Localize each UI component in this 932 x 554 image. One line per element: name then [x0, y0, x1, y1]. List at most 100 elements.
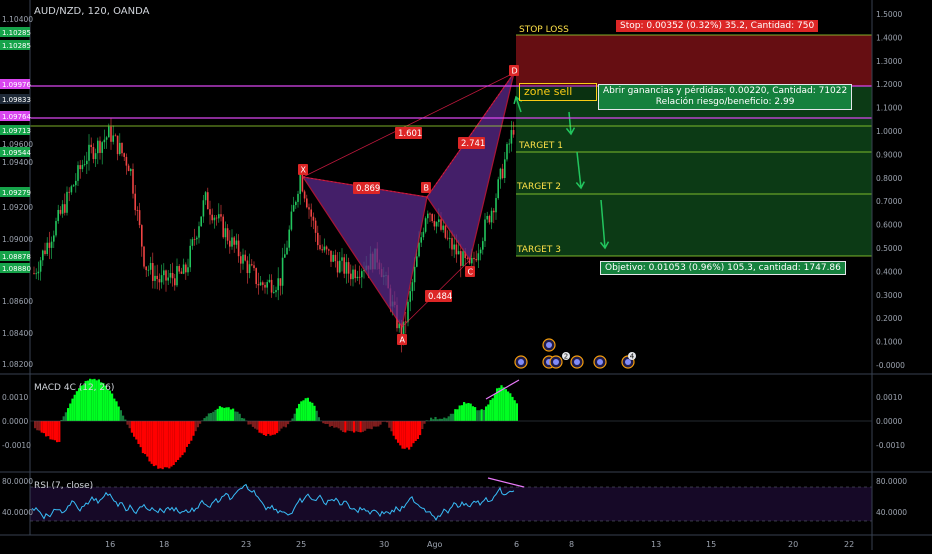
macd-bar [115, 401, 117, 421]
macd-bar [254, 421, 256, 429]
macd-bar [278, 421, 280, 431]
rsi-tick-right: 40.0000 [876, 508, 907, 517]
macd-bar [415, 421, 417, 441]
candle-body [440, 219, 442, 229]
macd-bar [221, 407, 223, 421]
macd-bar [302, 400, 304, 421]
candle-body [115, 135, 117, 136]
candle-body [145, 267, 147, 271]
target-1-label: TARGET 1 [519, 141, 563, 151]
candle-body [447, 238, 449, 239]
macd-bar [118, 407, 120, 421]
candle-body [134, 194, 136, 210]
left-price-tick: 1.10400 [2, 15, 33, 24]
candle-body [282, 258, 284, 286]
target-info-label[interactable]: Objetivo: 0.01053 (0.96%) 105.3, cantida… [600, 261, 846, 275]
candle-body [198, 226, 200, 237]
candle-body [269, 280, 271, 282]
candle-body [159, 279, 161, 282]
macd-bar [151, 421, 153, 464]
macd-bar [360, 421, 362, 432]
macd-bar [285, 421, 287, 427]
profit-zone[interactable] [516, 86, 872, 256]
rsi-indicator-label[interactable]: RSI (7, close) [34, 481, 93, 491]
candle-body [117, 136, 119, 154]
macd-bar [223, 408, 225, 421]
price-candles [33, 119, 514, 353]
candle-body [53, 235, 55, 241]
macd-bar [256, 421, 258, 430]
candle-body [214, 218, 216, 221]
pnl-info-box[interactable]: Abrir ganancias y pérdidas: 0.00220, Can… [598, 84, 852, 110]
candle-body [308, 207, 310, 209]
candle-body [442, 226, 444, 230]
event-icon-dot [546, 342, 552, 348]
candle-body [148, 270, 150, 271]
macd-bar [195, 421, 197, 431]
candle-body [207, 192, 209, 209]
candle-body [216, 218, 218, 219]
macd-bar [366, 421, 368, 429]
macd-bar [212, 412, 214, 421]
candle-body [163, 270, 165, 275]
macd-bar [272, 421, 274, 435]
pattern-triangle-bcd[interactable] [427, 73, 514, 260]
stop-info-label[interactable]: Stop: 0.00352 (0.32%) 35.2, Cantidad: 75… [616, 20, 818, 32]
macd-bar [388, 421, 390, 428]
macd-bar [41, 421, 43, 433]
time-tick: 23 [241, 540, 251, 549]
macd-bar [157, 421, 159, 469]
macd-bar [417, 421, 419, 439]
macd-bar [107, 390, 109, 421]
zone-sell-label[interactable]: zone sell [519, 83, 597, 101]
price-badge-text: 1.08878 [2, 253, 31, 261]
macd-bar [265, 421, 267, 436]
candle-body [504, 159, 506, 178]
macd-bar [300, 401, 302, 421]
macd-bar [307, 398, 309, 421]
candle-body [253, 265, 255, 268]
candle-body [183, 265, 185, 274]
macd-bar [408, 421, 410, 450]
macd-bar [461, 405, 463, 421]
candle-body [315, 221, 317, 233]
candle-body [68, 192, 70, 193]
trading-chart[interactable]: XABCD0.8690.4841.6012.741 24 1.104001.09… [0, 0, 932, 550]
macd-bar [214, 410, 216, 421]
candle-body [108, 127, 110, 138]
macd-bar [393, 421, 395, 436]
candle-body [286, 248, 288, 255]
event-icon-dot [518, 359, 524, 365]
chart-canvas[interactable]: XABCD0.8690.4841.6012.741 24 1.104001.09… [0, 0, 932, 550]
candle-body [482, 241, 484, 250]
macd-bar [52, 421, 54, 440]
macd-bar [203, 418, 205, 421]
candle-body [121, 143, 123, 153]
time-tick: 30 [379, 540, 389, 549]
candle-body [346, 262, 348, 274]
price-badge-text: 1.09976 [2, 81, 31, 89]
candle-body [258, 284, 260, 285]
macd-tick-right: 0.0010 [876, 393, 902, 402]
right-price-tick: 0.3000 [876, 291, 902, 300]
target-3-label: TARGET 3 [517, 245, 561, 255]
stop-loss-zone[interactable] [516, 35, 872, 86]
macd-bar [274, 421, 276, 435]
macd-bar [230, 409, 232, 421]
macd-bar [316, 411, 318, 421]
candle-body [313, 217, 315, 221]
macd-bar [340, 421, 342, 430]
candle-body [251, 264, 253, 265]
event-icons[interactable]: 24 [515, 339, 636, 368]
candle-body [51, 242, 53, 248]
macd-tick-left: 0.0010 [2, 393, 28, 402]
ratio-label-ac: 0.484 [428, 292, 452, 302]
macd-indicator-label[interactable]: MACD 4C (12, 26) [34, 383, 114, 393]
candle-body [458, 251, 460, 254]
macd-bar [49, 421, 51, 439]
macd-bar [498, 388, 500, 421]
macd-bar [454, 409, 456, 421]
candle-body [227, 228, 229, 240]
candle-body [42, 251, 44, 261]
macd-bar [324, 421, 326, 424]
